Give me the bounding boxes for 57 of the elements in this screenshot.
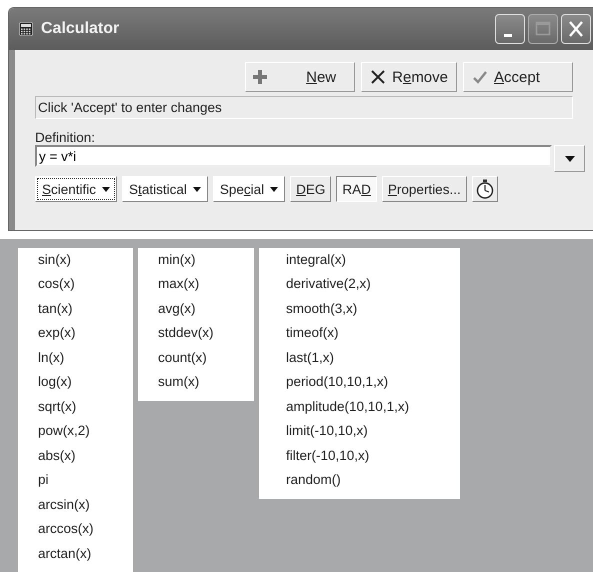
menu-item[interactable]: period(10,10,1,x) — [259, 370, 460, 394]
stopwatch-button[interactable] — [472, 176, 498, 202]
menu-button[interactable]: Scientific — [35, 176, 118, 202]
mode-toggle[interactable]: DEG — [290, 176, 332, 202]
menu-item[interactable]: integral(x) — [259, 248, 460, 272]
new-button[interactable]: New — [245, 62, 356, 92]
caret-icon — [564, 156, 574, 162]
close-button[interactable] — [561, 14, 591, 44]
menu-button[interactable]: Statistical — [122, 176, 208, 202]
checkmark-icon — [472, 69, 488, 85]
menu-item[interactable]: avg(x) — [138, 296, 254, 321]
menu-item[interactable]: exp(x) — [18, 321, 133, 346]
menu-item[interactable]: timeof(x) — [259, 321, 460, 346]
dropdown-button[interactable] — [554, 145, 585, 172]
minimize-icon — [504, 34, 512, 36]
menu-item[interactable]: log(x) — [18, 370, 133, 394]
menu-button[interactable]: Special — [212, 176, 286, 202]
menu-item[interactable]: pi — [18, 468, 133, 492]
properties-button[interactable]: Properties... — [382, 176, 467, 202]
menu-item[interactable]: tan(x) — [18, 296, 133, 321]
accept-button[interactable]: Accept — [463, 62, 573, 92]
menu-item[interactable]: stddev(x) — [138, 321, 254, 346]
menu-item[interactable]: count(x) — [138, 346, 254, 370]
menu-item[interactable]: last(1,x) — [259, 346, 460, 370]
close-icon — [566, 19, 586, 39]
caret-icon — [102, 186, 110, 192]
menu-item[interactable]: arccos(x) — [18, 517, 133, 542]
menu-item[interactable]: derivative(2,x) — [259, 272, 460, 296]
menu-item[interactable]: sin(x) — [18, 248, 133, 272]
menu-item[interactable]: random() — [259, 468, 460, 492]
menu-item[interactable]: arcsin(x) — [18, 492, 133, 517]
stopwatch-icon — [476, 179, 494, 199]
menu-item[interactable]: limit(-10,10,x) — [259, 419, 460, 444]
calculator-icon — [19, 22, 33, 36]
menu-item[interactable]: sqrt(x) — [18, 394, 133, 419]
menu-item[interactable]: max(x) — [138, 272, 254, 296]
window-title: Calculator — [41, 20, 120, 38]
menu-item[interactable]: sum(x) — [138, 370, 254, 394]
definition-field[interactable]: y = v*i — [35, 145, 552, 167]
remove-button[interactable]: Remove — [361, 62, 457, 92]
menu-item[interactable]: filter(-10,10,x) — [259, 444, 460, 468]
menu-item[interactable]: pow(x,2) — [18, 419, 133, 444]
caret-icon — [270, 186, 278, 192]
status-message: Click 'Accept' to enter changes — [35, 96, 573, 119]
menu-item[interactable]: abs(x) — [18, 444, 133, 468]
menu-item[interactable]: smooth(3,x) — [259, 296, 460, 321]
menu-item[interactable]: amplitude(10,10,1,x) — [259, 394, 460, 419]
definition-label: Definition: — [35, 130, 96, 145]
menu-item[interactable]: arctan(x) — [18, 542, 133, 566]
plus-icon — [252, 69, 268, 85]
minimize-button[interactable] — [495, 14, 525, 44]
mode-toggle[interactable]: RAD — [336, 176, 377, 202]
menu-item[interactable]: min(x) — [138, 248, 254, 272]
menu-item[interactable]: ln(x) — [18, 346, 133, 370]
caret-icon — [192, 186, 201, 192]
menu-item[interactable]: cos(x) — [18, 272, 133, 296]
x-icon — [370, 69, 386, 85]
